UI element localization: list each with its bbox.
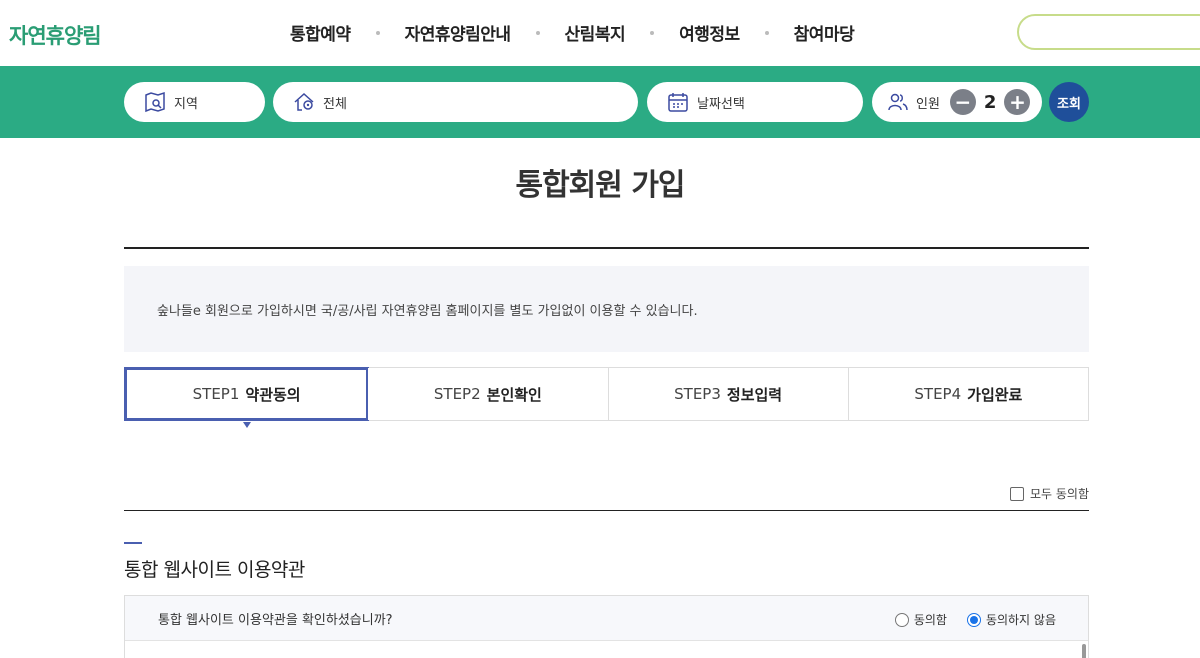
step-number: STEP4 — [914, 385, 962, 403]
agree-all-option[interactable]: 모두 동의함 — [1009, 485, 1089, 502]
terms-question: 통합 웹사이트 이용약관을 확인하셨습니까? — [158, 612, 393, 628]
terms-radio-group: 동의함 동의하지 않음 — [875, 611, 1056, 628]
nav-separator — [535, 30, 540, 35]
nav-item-welfare[interactable]: 산림복지 — [565, 20, 626, 45]
info-notice: 숲나들e 회원으로 가입하시면 국/공/사립 자연휴양림 홈페이지를 별도 가입… — [124, 266, 1089, 352]
step-complete: STEP4 가입완료 — [848, 368, 1088, 420]
agree-radio-option[interactable]: 동의함 — [894, 611, 947, 628]
step-number: STEP3 — [674, 385, 721, 403]
area-label: 전체 — [323, 96, 347, 112]
nav-item-travel[interactable]: 여행정보 — [679, 20, 740, 45]
people-count: 2 — [983, 91, 997, 113]
terms-header: 통합 웹사이트 이용약관을 확인하셨습니까? 동의함 동의하지 않음 — [125, 596, 1088, 641]
nav-separator — [764, 30, 769, 35]
nav-item-forest-info[interactable]: 자연휴양림안내 — [405, 20, 511, 45]
agree-all-checkbox[interactable] — [1009, 486, 1024, 501]
step-number: STEP1 — [192, 385, 240, 403]
increase-people-button[interactable]: + — [1004, 89, 1031, 115]
date-selector[interactable]: 날짜선택 — [647, 82, 863, 122]
people-icon — [888, 93, 908, 111]
decrease-people-button[interactable]: − — [949, 89, 976, 115]
section-title: 통합 웹사이트 이용약관 — [124, 559, 305, 581]
disagree-radio-option[interactable]: 동의하지 않음 — [966, 611, 1056, 628]
main-nav: 통합예약 자연휴양림안내 산림복지 여행정보 참여마당 — [290, 20, 855, 45]
disagree-radio-label: 동의하지 않음 — [985, 613, 1056, 627]
step-name: 가입완료 — [967, 385, 1023, 404]
signup-steps: STEP1 약관동의 STEP2 본인확인 STEP3 정보입력 STEP4 가… — [124, 367, 1089, 428]
agree-all-label: 모두 동의함 — [1029, 487, 1089, 501]
agree-radio[interactable] — [894, 612, 909, 627]
date-label: 날짜선택 — [697, 96, 745, 112]
info-text: 숲나들e 회원으로 가입하시면 국/공/사립 자연휴양림 홈페이지를 별도 가입… — [157, 303, 698, 319]
step-name: 약관동의 — [245, 385, 301, 404]
area-selector[interactable]: 전체 — [273, 82, 638, 122]
site-header: 자연휴양림 통합예약 자연휴양림안내 산림복지 여행정보 참여마당 — [0, 0, 1200, 66]
people-label: 인원 — [916, 96, 940, 112]
people-stepper: 인원 − 2 + — [872, 82, 1042, 122]
page-title: 통합회원 가입 — [515, 168, 685, 203]
title-divider — [124, 247, 1089, 249]
calendar-icon — [668, 93, 688, 112]
reservation-search-bar: 지역 전체 날짜선택 인원 − 2 + 조회 — [0, 66, 1200, 138]
step-name: 정보입력 — [726, 385, 783, 404]
disagree-radio[interactable] — [966, 612, 981, 627]
search-submit-button[interactable]: 조회 — [1049, 82, 1089, 122]
step-identity-verification: STEP2 본인확인 — [368, 368, 609, 420]
terms-scrollbar[interactable] — [1082, 644, 1086, 658]
map-icon — [145, 91, 165, 113]
section-accent-line — [124, 542, 142, 544]
region-selector[interactable]: 지역 — [124, 82, 265, 122]
nav-item-booking[interactable]: 통합예약 — [290, 20, 351, 45]
terms-divider — [124, 510, 1089, 511]
step-name: 본인확인 — [486, 385, 542, 404]
home-pin-icon — [294, 92, 314, 111]
site-logo[interactable]: 자연휴양림 — [9, 20, 102, 50]
nav-separator — [375, 30, 380, 35]
agree-radio-label: 동의함 — [913, 613, 947, 627]
terms-panel: 통합 웹사이트 이용약관을 확인하셨습니까? 동의함 동의하지 않음 — [124, 595, 1089, 658]
region-label: 지역 — [174, 96, 198, 112]
step-terms-agreement: STEP1 약관동의 — [124, 367, 370, 428]
header-search-input[interactable] — [1017, 14, 1200, 50]
nav-item-community[interactable]: 참여마당 — [794, 20, 855, 45]
step-number: STEP2 — [433, 385, 481, 403]
step-info-entry: STEP3 정보입력 — [608, 368, 849, 420]
nav-separator — [650, 30, 655, 35]
